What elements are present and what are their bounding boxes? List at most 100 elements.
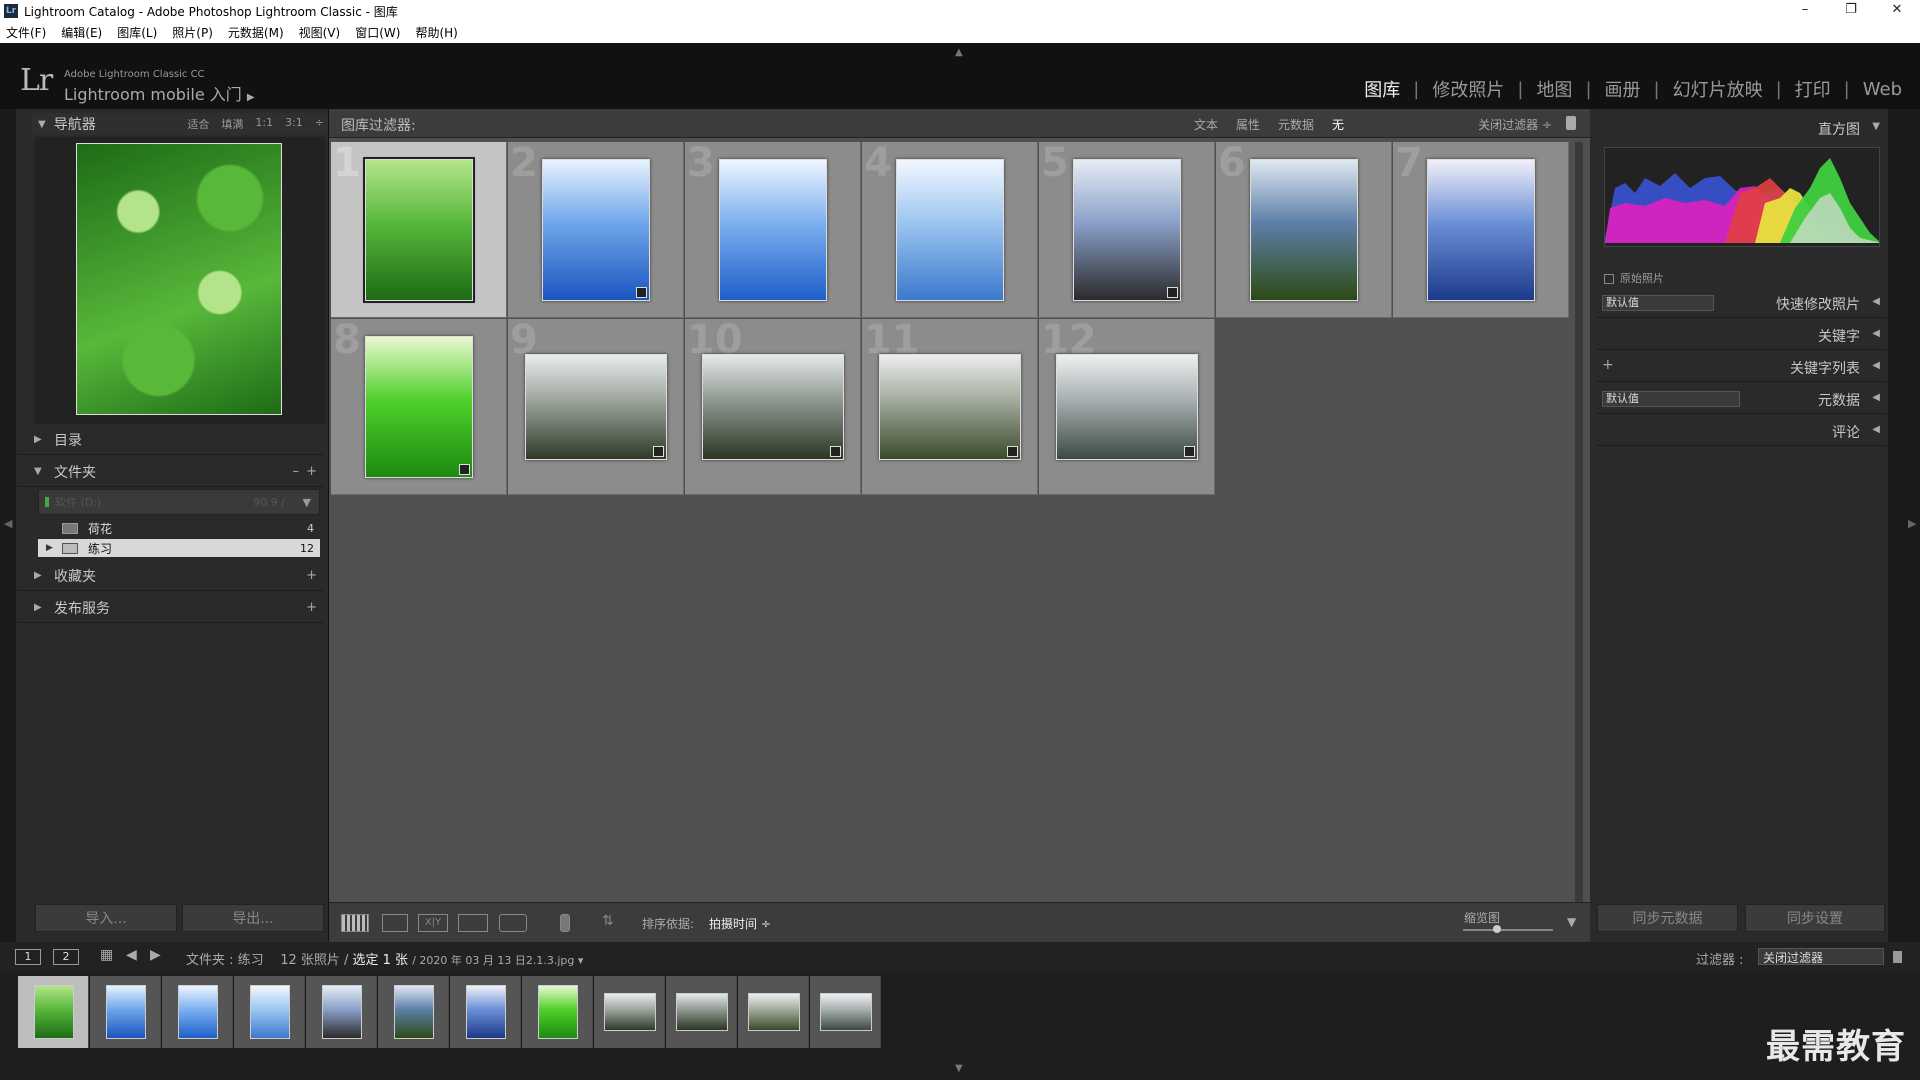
module-book[interactable]: 画册 — [1605, 76, 1641, 102]
filmstrip-thumbnail[interactable] — [249, 985, 290, 1039]
edited-badge-icon[interactable] — [1007, 446, 1018, 457]
add-collection-button[interactable]: + — [306, 568, 317, 583]
filter-tab-none[interactable]: 无 — [1332, 116, 1344, 133]
edited-badge-icon[interactable] — [636, 287, 647, 298]
photo-thumbnail[interactable] — [1250, 159, 1358, 301]
filter-lock-icon[interactable] — [1893, 951, 1902, 963]
people-view-icon[interactable] — [499, 914, 527, 932]
photo-thumbnail[interactable] — [525, 354, 667, 460]
menu-window[interactable]: 窗口(W) — [355, 24, 400, 41]
comments-header[interactable]: 评论 ◀ — [1596, 416, 1886, 446]
filmstrip-cell[interactable] — [306, 976, 377, 1048]
painter-icon[interactable] — [560, 914, 570, 932]
zoom-3-1[interactable]: 3:1 — [285, 116, 303, 132]
photo-thumbnail[interactable] — [1073, 159, 1181, 301]
filmstrip-cell[interactable] — [810, 976, 881, 1048]
photo-thumbnail[interactable] — [542, 159, 650, 301]
photo-thumbnail[interactable] — [1056, 354, 1198, 460]
module-library[interactable]: 图库 — [1364, 76, 1400, 102]
grid-scrollbar[interactable] — [1575, 142, 1583, 902]
filmstrip-cell[interactable] — [594, 976, 665, 1048]
grid-cell[interactable]: 5 — [1039, 140, 1215, 318]
filmstrip-thumbnail[interactable] — [177, 985, 218, 1039]
filmstrip-thumbnail[interactable] — [321, 985, 362, 1039]
grid-cell[interactable]: 1 — [331, 140, 507, 318]
histogram-header[interactable]: 直方图 ▼ — [1596, 113, 1886, 143]
top-panel-toggle-icon[interactable]: ▲ — [955, 47, 963, 58]
edited-badge-icon[interactable] — [1184, 446, 1195, 457]
grid-view-icon[interactable] — [341, 914, 369, 932]
photo-thumbnail[interactable] — [1427, 159, 1535, 301]
folders-panel-header[interactable]: ▼ 文件夹 – + — [18, 457, 323, 487]
left-edge[interactable]: ◀ — [0, 109, 16, 942]
filmstrip-thumbnail[interactable] — [465, 985, 506, 1039]
checkbox-icon[interactable] — [1604, 274, 1614, 284]
quick-develop-preset[interactable]: 默认值 — [1602, 295, 1714, 311]
primary-window-button[interactable]: 1 — [15, 949, 41, 965]
keyword-list-header[interactable]: + 关键字列表 ◀ — [1596, 352, 1886, 382]
module-map[interactable]: 地图 — [1536, 76, 1572, 102]
filter-tab-attribute[interactable]: 属性 — [1236, 116, 1260, 133]
grid-cell[interactable]: 4 — [862, 140, 1038, 318]
sort-dropdown[interactable]: 拍摄时间 ÷ — [709, 915, 771, 932]
navigator-image[interactable] — [76, 143, 282, 415]
module-print[interactable]: 打印 — [1795, 76, 1831, 102]
folder-item-selected[interactable]: ▶ 练习 12 — [38, 539, 320, 557]
collections-panel-header[interactable]: ▶ 收藏夹 + — [18, 561, 323, 591]
filmstrip-cell[interactable] — [18, 976, 89, 1048]
add-folder-button[interactable]: + — [306, 464, 317, 479]
photo-thumbnail[interactable] — [719, 159, 827, 301]
volume-dropdown-icon[interactable]: ▼ — [303, 496, 311, 509]
filmstrip-cell[interactable] — [450, 976, 521, 1048]
keywording-header[interactable]: 关键字 ◀ — [1596, 320, 1886, 350]
zoom-stepper-icon[interactable]: ÷ — [315, 116, 324, 132]
grid-cell[interactable]: 3 — [685, 140, 861, 318]
close-button[interactable]: ✕ — [1874, 0, 1920, 22]
toolbar-menu-icon[interactable]: ▼ — [1567, 915, 1576, 929]
loupe-view-icon[interactable] — [382, 914, 408, 932]
thumbnail-size-slider[interactable] — [1463, 929, 1553, 931]
grid-cell[interactable]: 7 — [1393, 140, 1569, 318]
restore-button[interactable]: ❐ — [1828, 0, 1874, 22]
mobile-getting-started[interactable]: Lightroom mobile 入门 ▶ — [64, 81, 255, 105]
module-web[interactable]: Web — [1863, 79, 1902, 100]
menu-photo[interactable]: 照片(P) — [172, 24, 213, 41]
catalog-panel-header[interactable]: ▶ 目录 — [18, 425, 323, 455]
sync-settings-button[interactable]: 同步设置 — [1745, 904, 1885, 932]
original-photo-toggle[interactable]: 原始照片 — [1604, 270, 1664, 286]
filmstrip-cell[interactable] — [378, 976, 449, 1048]
minimize-button[interactable]: – — [1782, 0, 1828, 22]
grid-cell[interactable]: 6 — [1216, 140, 1392, 318]
filmstrip-thumbnail[interactable] — [105, 985, 146, 1039]
menu-view[interactable]: 视图(V) — [299, 24, 341, 41]
photo-thumbnail[interactable] — [363, 157, 475, 303]
module-slideshow[interactable]: 幻灯片放映 — [1673, 76, 1763, 102]
grid-cell[interactable]: 2 — [508, 140, 684, 318]
quick-develop-header[interactable]: 默认值 快速修改照片 ◀ — [1596, 288, 1886, 318]
filmstrip-thumbnail[interactable] — [33, 985, 74, 1039]
sync-metadata-button[interactable]: 同步元数据 — [1597, 904, 1738, 932]
filmstrip-thumbnail[interactable] — [675, 993, 728, 1031]
left-panel-toggle-icon[interactable]: ◀ — [4, 517, 12, 530]
source-info[interactable]: 文件夹 : 练习 12 张照片 / 选定 1 张 / 2020 年 03 月 1… — [186, 949, 583, 968]
navigator-header[interactable]: ▼ 导航器 适合 填满 1:1 3:1 ÷ — [32, 113, 328, 135]
filter-preset-dropdown[interactable]: 关闭过滤器 ÷ — [1478, 116, 1552, 133]
metadata-header[interactable]: 默认值 元数据 ◀ — [1596, 384, 1886, 414]
filmstrip-thumbnail[interactable] — [537, 985, 578, 1039]
filmstrip-thumbnail[interactable] — [393, 985, 434, 1039]
filmstrip-toggle-icon[interactable]: ▼ — [955, 1063, 963, 1074]
filter-tab-metadata[interactable]: 元数据 — [1278, 116, 1314, 133]
lock-icon[interactable] — [1566, 116, 1576, 130]
back-arrow-icon[interactable]: ◀ — [126, 947, 137, 963]
filmstrip-cell[interactable] — [162, 976, 233, 1048]
menu-edit[interactable]: 编辑(E) — [61, 24, 102, 41]
edited-badge-icon[interactable] — [653, 446, 664, 457]
edited-badge-icon[interactable] — [1167, 287, 1178, 298]
filmstrip-cell[interactable] — [738, 976, 809, 1048]
edited-badge-icon[interactable] — [830, 446, 841, 457]
survey-view-icon[interactable] — [458, 914, 488, 932]
filmstrip-thumbnail[interactable] — [747, 993, 800, 1031]
right-panel-toggle-icon[interactable]: ▶ — [1908, 517, 1916, 530]
metadata-preset[interactable]: 默认值 — [1602, 391, 1740, 407]
compare-view-icon[interactable]: X|Y — [418, 914, 448, 932]
